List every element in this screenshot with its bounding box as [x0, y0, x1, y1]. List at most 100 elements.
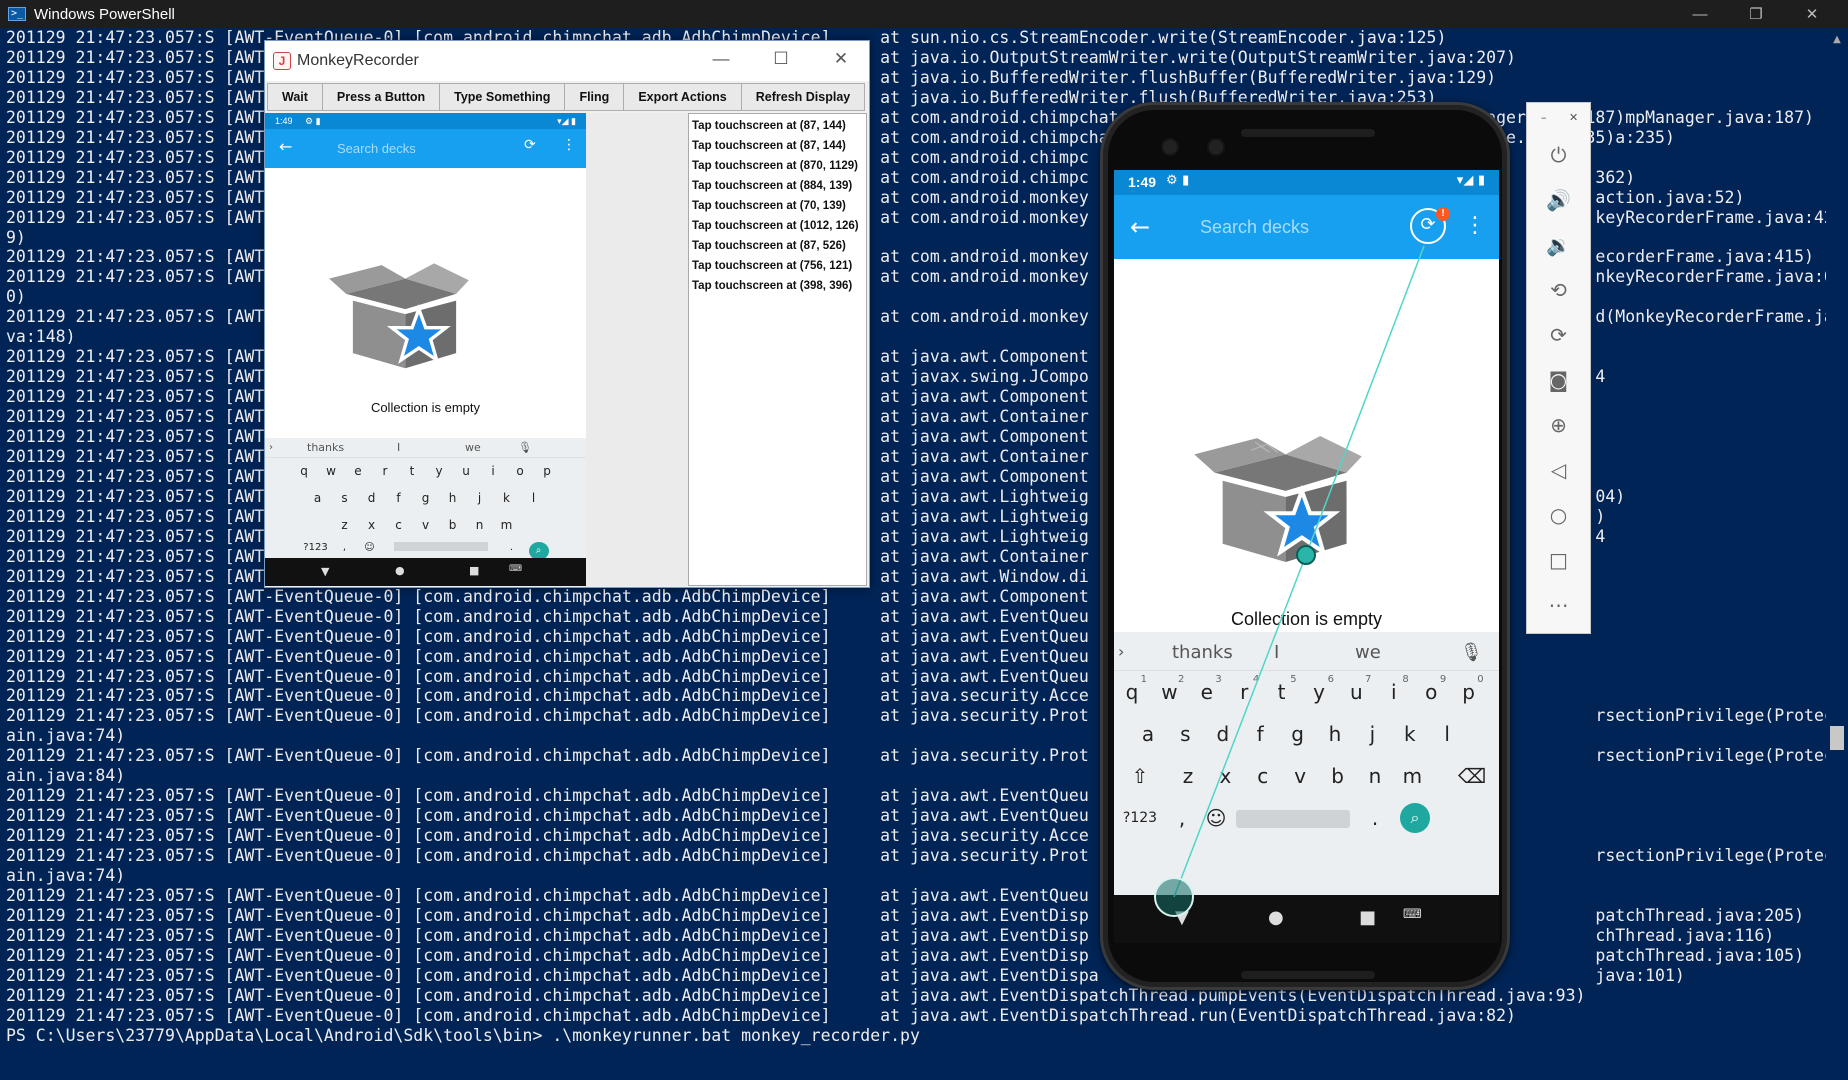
key-n[interactable]: n	[1359, 755, 1391, 797]
key-o[interactable]: o9	[1415, 671, 1447, 713]
mini-key-k[interactable]: k	[493, 491, 520, 505]
mini-key-r[interactable]: r	[372, 464, 399, 478]
mini-key-l[interactable]: l	[520, 491, 547, 505]
nav-back-icon[interactable]: ▼	[1175, 907, 1189, 928]
mini-key-s[interactable]: s	[331, 491, 358, 505]
type-something-button[interactable]: Type Something	[439, 83, 566, 111]
recorded-action-item[interactable]: Tap touchscreen at (398, 396)	[689, 276, 866, 296]
search-decks-placeholder[interactable]: Search decks	[1200, 217, 1309, 238]
minimize-icon[interactable]: —	[1672, 0, 1728, 28]
mini-key-y[interactable]: y	[426, 464, 453, 478]
wait-button[interactable]: Wait	[267, 83, 323, 111]
recorded-action-item[interactable]: Tap touchscreen at (87, 144)	[689, 136, 866, 156]
screenshot-icon[interactable]: ◙	[1527, 368, 1590, 392]
mini-nav-home-icon[interactable]: ●	[395, 564, 405, 577]
mini-key-d[interactable]: d	[358, 491, 385, 505]
rotate-right-icon[interactable]: ⟳	[1527, 323, 1590, 347]
mini-suggestion-2[interactable]: I	[397, 441, 400, 454]
mini-key-j[interactable]: j	[466, 491, 493, 505]
export-actions-button[interactable]: Export Actions	[623, 83, 742, 111]
mini-key-e[interactable]: e	[345, 464, 372, 478]
key-q[interactable]: q1	[1116, 671, 1148, 713]
key-x[interactable]: x	[1209, 755, 1241, 797]
mini-key-w[interactable]: w	[318, 464, 345, 478]
mini-mic-icon[interactable]: 🎙	[518, 441, 532, 454]
restore-icon[interactable]: ❐	[1728, 0, 1784, 28]
mini-keyboard[interactable]: › thanks I we 🎙 qwertyuiop asdfghjkl zxc…	[265, 438, 586, 560]
mini-key-f[interactable]: f	[385, 491, 412, 505]
mini-sync-icon[interactable]: ⟳	[524, 137, 536, 153]
key-l[interactable]: l	[1431, 713, 1463, 755]
nav-home-icon[interactable]: ●	[1268, 907, 1284, 928]
emoji-icon[interactable]: ☺	[1200, 797, 1232, 839]
recorded-action-item[interactable]: Tap touchscreen at (87, 144)	[689, 116, 866, 136]
home-icon[interactable]: ○	[1527, 503, 1590, 527]
key-v[interactable]: v	[1284, 755, 1316, 797]
suggestion-i[interactable]: I	[1274, 642, 1279, 663]
space-key[interactable]	[1236, 810, 1350, 828]
key-a[interactable]: a	[1132, 713, 1164, 755]
nav-keyboard-icon[interactable]: ⌨	[1403, 907, 1422, 922]
panel-close-icon[interactable]: ✕	[1569, 111, 1578, 124]
mini-key-o[interactable]: o	[507, 464, 534, 478]
key-y[interactable]: y6	[1303, 671, 1335, 713]
key-m[interactable]: m	[1396, 755, 1428, 797]
key-w[interactable]: w2	[1153, 671, 1185, 713]
mini-key-g[interactable]: g	[412, 491, 439, 505]
mini-suggestion-1[interactable]: thanks	[307, 441, 344, 454]
key-k[interactable]: k	[1394, 713, 1426, 755]
mini-search-placeholder[interactable]: Search decks	[337, 141, 416, 156]
key-z[interactable]: z	[1172, 755, 1204, 797]
mini-key-x[interactable]: x	[358, 518, 385, 532]
close-icon[interactable]: ✕	[1784, 0, 1840, 28]
mini-key-a[interactable]: a	[304, 491, 331, 505]
back-arrow-icon[interactable]: ←	[1130, 213, 1150, 241]
back-icon[interactable]: ◁	[1527, 458, 1590, 482]
volume-down-icon[interactable]: 🔉	[1527, 233, 1590, 257]
recorded-action-item[interactable]: Tap touchscreen at (884, 139)	[689, 176, 866, 196]
mini-key-v[interactable]: v	[412, 518, 439, 532]
mini-key-t[interactable]: t	[399, 464, 426, 478]
recorded-action-item[interactable]: Tap touchscreen at (1012, 126)	[689, 216, 866, 236]
key-f[interactable]: f	[1244, 713, 1276, 755]
mini-nav-recents-icon[interactable]: ■	[469, 564, 479, 577]
backspace-key-icon[interactable]: ⌫	[1456, 755, 1488, 797]
scrollbar-thumb[interactable]	[1830, 726, 1844, 750]
console-scrollbar[interactable]: ▲	[1826, 28, 1848, 1080]
overflow-menu-icon[interactable]: ⋮	[1464, 213, 1486, 238]
recorder-maximize-icon[interactable]: ☐	[761, 49, 801, 69]
mini-key-n[interactable]: n	[466, 518, 493, 532]
recorded-action-item[interactable]: Tap touchscreen at (870, 1129)	[689, 156, 866, 176]
symbols-key[interactable]: ?123	[1118, 797, 1162, 839]
fling-button[interactable]: Fling	[564, 83, 625, 111]
recorded-action-item[interactable]: Tap touchscreen at (756, 121)	[689, 256, 866, 276]
key-s[interactable]: s	[1169, 713, 1201, 755]
recorder-close-icon[interactable]: ✕	[821, 49, 861, 69]
expand-suggestions-icon[interactable]: ›	[1118, 642, 1124, 661]
mini-nav-keyboard-icon[interactable]: ⌨	[509, 564, 522, 574]
mini-overflow-menu-icon[interactable]: ⋮	[562, 137, 576, 153]
recorder-minimize-icon[interactable]: —	[701, 49, 741, 69]
mini-back-arrow-icon[interactable]: ←	[279, 137, 292, 156]
volume-up-icon[interactable]: 🔊	[1527, 188, 1590, 212]
mini-key-c[interactable]: c	[385, 518, 412, 532]
mini-key-m[interactable]: m	[493, 518, 520, 532]
recorded-action-item[interactable]: Tap touchscreen at (70, 139)	[689, 196, 866, 216]
mini-key-q[interactable]: q	[291, 464, 318, 478]
panel-minimize-icon[interactable]: –	[1541, 111, 1547, 124]
comma-key[interactable]: ,	[1166, 797, 1198, 839]
mini-key-i[interactable]: i	[480, 464, 507, 478]
key-r[interactable]: r4	[1228, 671, 1260, 713]
rotate-left-icon[interactable]: ⟲	[1527, 278, 1590, 302]
recorded-actions-list[interactable]: Tap touchscreen at (87, 144) Tap touchscr…	[688, 113, 867, 586]
key-p[interactable]: p0	[1453, 671, 1485, 713]
refresh-display-button[interactable]: Refresh Display	[740, 83, 866, 111]
key-j[interactable]: j	[1356, 713, 1388, 755]
key-h[interactable]: h	[1319, 713, 1351, 755]
nav-recents-icon[interactable]: ■	[1359, 907, 1376, 928]
key-c[interactable]: c	[1247, 755, 1279, 797]
soft-keyboard[interactable]: › thanks I we 🎙 q1w2e3r4t5y6u7i8o9p0 asd…	[1114, 632, 1499, 895]
mini-suggestion-3[interactable]: we	[465, 441, 481, 454]
key-d[interactable]: d	[1207, 713, 1239, 755]
mini-key-z[interactable]: z	[331, 518, 358, 532]
